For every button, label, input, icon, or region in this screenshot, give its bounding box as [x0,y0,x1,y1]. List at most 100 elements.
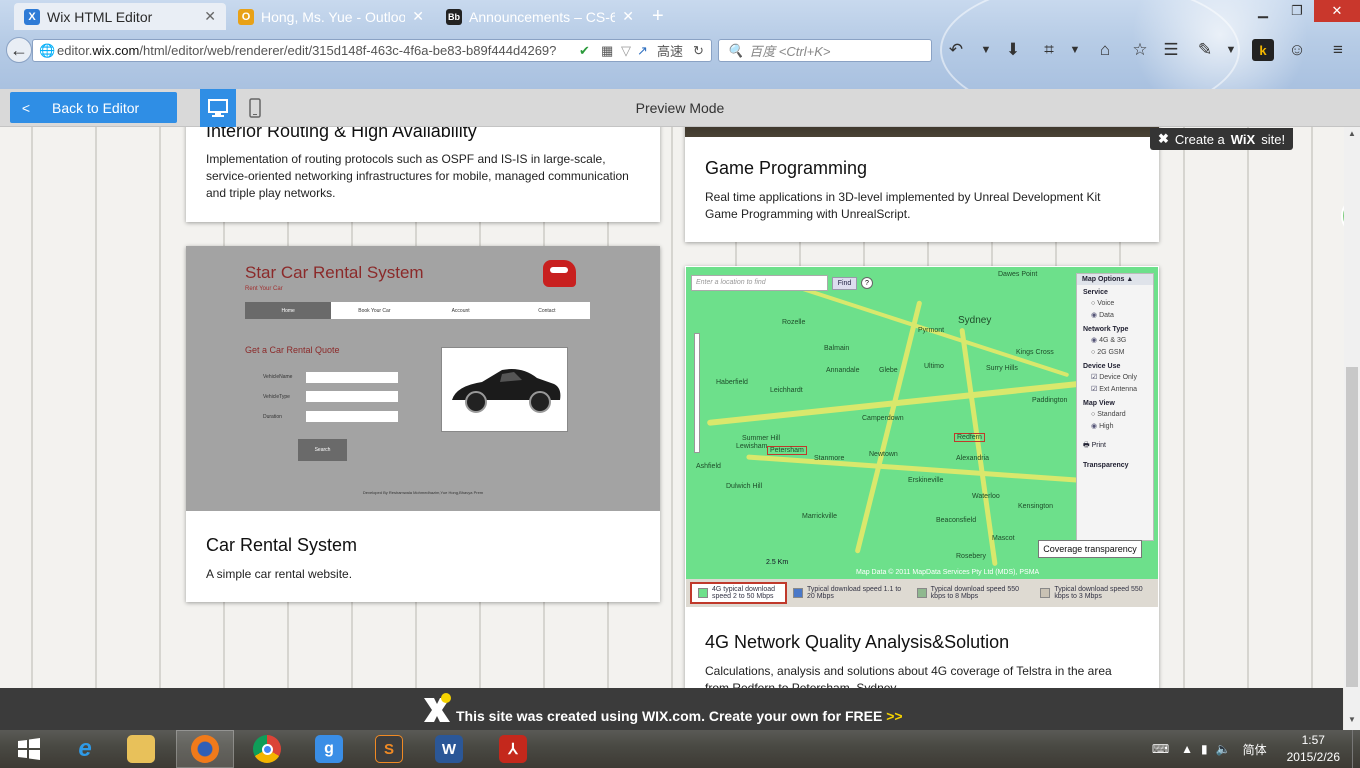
reload-icon[interactable]: ↻ [693,43,704,59]
speed-label[interactable]: 高速 [657,41,683,60]
outlook-icon: O [238,8,254,25]
volume-icon[interactable]: 🔈 [1212,742,1235,756]
map-place: Surry Hills [986,365,1018,372]
dropdown-icon[interactable]: ▼ [1064,39,1086,61]
map-place: Lewisham [736,443,768,450]
chevron-left-icon: < [21,99,31,116]
legend-item: Typical download speed 550 kbps to 8 Mbp… [911,582,1035,604]
close-tab-icon[interactable]: ✕ [204,8,216,25]
map-option: Ext Antenna [1083,384,1147,396]
show-hidden-icons[interactable]: ▲ [1177,742,1197,756]
legend-swatch [698,588,708,598]
address-bar[interactable]: 🌐 editor.wix.com/html/editor/web/rendere… [32,39,712,62]
page-scrollbar[interactable]: ▲ ▼ [1344,127,1360,730]
qr-code-icon[interactable]: ▦ [601,43,613,59]
new-tab-icon[interactable]: + [652,5,664,28]
keyboard-icon[interactable]: ⌨ [1144,742,1177,756]
map-road [854,300,923,554]
extension-icon[interactable]: ✎ [1194,39,1216,61]
car-image [452,369,561,413]
project-card-car-rental[interactable]: Star Car Rental System Rent Your Car Hom… [186,246,660,602]
map-option-group: Device Use Device Only Ext Antenna [1077,359,1153,396]
desktop-view-button[interactable] [200,89,236,127]
tab-title: Wix HTML Editor [47,8,153,25]
back-to-editor-button[interactable]: < Back to Editor [10,92,177,123]
create-wix-site-button[interactable]: ✖ Create a WiX site! [1150,128,1293,150]
download-icon[interactable]: ⬇ [1002,39,1024,61]
project-card-4g-network[interactable]: Sydney Redfern Petersham Leichhardt Newt… [685,266,1159,688]
map-place: Rosebery [956,553,986,560]
shield-icon[interactable]: ✔ [579,43,590,59]
create-site-suffix: site! [1261,131,1286,147]
network-icon[interactable]: ▮ [1197,742,1212,756]
dropdown-icon[interactable]: ▽ [621,43,631,59]
mobile-view-button[interactable] [238,89,272,127]
dropdown-icon[interactable]: ▼ [1220,39,1242,61]
map-scale: 2.5 Km [766,559,789,566]
close-tab-icon[interactable]: ✕ [412,8,424,25]
preview-field-label: Duration [263,414,282,420]
project-card-routing[interactable]: Interior Routing & High Availability Imp… [186,127,660,222]
preview-site-subtitle: Rent Your Car [245,286,283,292]
emoji-icon[interactable]: ☺ [1286,39,1308,61]
taskbar-file-explorer[interactable] [112,730,170,768]
browser-chrome: X Wix HTML Editor ✕ O Hong, Ms. Yue - Ou… [0,0,1360,89]
project-card-game[interactable]: Game Programming Real time applications … [685,127,1159,242]
map-place: Camperdown [862,415,904,422]
system-tray: ⌨ ▲ ▮ 🔈 简体 1:57 2015/2/26 [1144,730,1360,768]
wix-banner-message: This site was created using WIX.com. Cre… [456,708,883,724]
map-place: Summer Hill [742,435,781,442]
restore-icon[interactable]: ❐ [1280,0,1314,22]
taskbar-chrome[interactable] [238,730,296,768]
map-print: 🖶 Print [1077,433,1153,452]
chrome-center [261,743,273,755]
menu-icon[interactable]: ≡ [1327,39,1349,61]
wix-ad-banner[interactable]: This site was created using WIX.com. Cre… [0,688,1343,730]
start-button[interactable] [0,730,58,768]
search-box[interactable]: 🔍 百度 <Ctrl+K> [718,39,932,62]
tab-wix-editor[interactable]: X Wix HTML Editor ✕ [14,3,226,30]
url-prefix: editor. [57,43,93,58]
dropdown-icon[interactable]: ▼ [975,39,997,61]
reading-list-icon[interactable]: ☰ [1160,39,1182,61]
sublime-icon: S [375,735,403,763]
close-tab-icon[interactable]: ✕ [622,8,634,25]
map-legend: 4G typical download speed 2 to 50 Mbps T… [686,579,1158,607]
coverage-tooltip: Coverage transparency [1038,540,1142,558]
show-desktop-button[interactable] [1352,730,1360,768]
taskbar-firefox[interactable] [176,730,234,768]
map-option-group-label: Map View [1083,400,1115,407]
home-icon[interactable]: ⌂ [1094,39,1116,61]
taskbar-word[interactable]: W [420,730,478,768]
taskbar-sublime[interactable]: S [360,730,418,768]
bookmark-star-icon[interactable]: ☆ [1129,39,1151,61]
scroll-up-icon[interactable]: ▲ [1344,129,1360,138]
firefox-icon [191,735,219,763]
undo-icon[interactable]: ↶ [945,39,967,61]
taskbar-internet-explorer[interactable]: e [56,730,114,768]
scroll-down-icon[interactable]: ▼ [1344,715,1360,724]
tab-blackboard[interactable]: Bb Announcements – CS-64... ✕ [436,3,644,30]
taskbar-acrobat[interactable]: ⅄ [484,730,542,768]
map-place: Alexandria [956,455,990,462]
wix-banner-arrows: >> [886,708,903,724]
close-window-icon[interactable]: ✕ [1314,0,1360,22]
search-placeholder: 百度 <Ctrl+K> [749,44,831,59]
scrollbar-thumb[interactable] [1346,367,1358,687]
map-help-icon: ? [861,277,873,289]
speed-mode-icon[interactable]: ↗ [637,43,648,59]
map-place: Leichhardt [770,387,803,394]
clock[interactable]: 1:57 2015/2/26 [1275,732,1352,766]
crop-icon[interactable]: ⌗ [1038,39,1060,61]
card-description: Calculations, analysis and solutions abo… [705,664,1112,688]
tab-outlook[interactable]: O Hong, Ms. Yue - Outloo... ✕ [228,3,434,30]
taskbar-baidu[interactable]: g [300,730,358,768]
map-place: Stanmore [814,455,845,462]
map-place: Pyrmont [918,327,945,334]
acrobat-icon: ⅄ [499,735,527,763]
ime-indicator[interactable]: 简体 [1235,741,1275,758]
k-extension-icon[interactable]: k [1252,39,1274,61]
back-icon[interactable]: ← [6,37,32,63]
minimize-icon[interactable]: ▁ [1246,0,1280,22]
game-image [685,127,1159,137]
